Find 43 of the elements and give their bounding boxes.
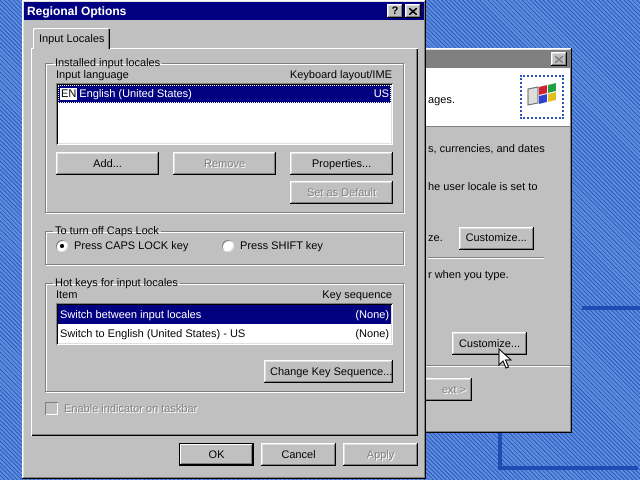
description-text: r when you type. <box>428 269 509 281</box>
key-sequence: (None) <box>355 308 389 320</box>
hotkey-row[interactable]: Switch to English (United States) - US (None) <box>58 324 391 343</box>
group-title: Hot keys for input locales <box>54 277 179 289</box>
change-key-sequence-button[interactable]: Change Key Sequence... <box>264 360 393 383</box>
dialog-button[interactable]: OK <box>179 443 254 466</box>
logo-icon <box>520 75 564 119</box>
radio-label: Press CAPS LOCK key <box>74 240 188 252</box>
close-icon <box>409 8 417 14</box>
header-text: ages. <box>428 94 455 106</box>
description-text: he user locale is set to <box>428 181 538 193</box>
radio-label: Press SHIFT key <box>240 240 323 252</box>
close-icon <box>555 56 563 62</box>
column-header: Keyboard layout/IME <box>290 69 392 81</box>
hotkey-item: Switch between input locales <box>60 308 202 320</box>
radio-button[interactable] <box>56 240 68 252</box>
customize-button[interactable]: Customize... <box>452 332 527 355</box>
key-sequence: (None) <box>355 328 389 340</box>
layout-name: US <box>374 88 389 100</box>
locale-button[interactable]: Properties... <box>290 152 393 175</box>
description-text: s, currencies, and dates <box>428 143 545 155</box>
close-button[interactable] <box>405 4 421 18</box>
hotkey-row[interactable]: Switch between input locales (None) <box>58 305 391 324</box>
window-title: Regional Options <box>27 4 126 18</box>
column-header: Input language <box>56 69 129 81</box>
checkbox-label: Enable indicator on taskbar <box>64 402 198 414</box>
customize-button[interactable]: Customize... <box>458 226 534 250</box>
close-button[interactable] <box>551 52 567 66</box>
help-button[interactable]: ? <box>387 4 403 18</box>
dialog-button[interactable]: Cancel <box>261 443 336 466</box>
language-badge: EN <box>60 88 78 100</box>
locale-button[interactable]: Add... <box>56 152 159 175</box>
column-header: Item <box>56 289 78 301</box>
tab[interactable]: Input Locales <box>33 28 110 49</box>
group-title: Installed input locales <box>54 57 162 69</box>
group-title: To turn off Caps Lock <box>54 225 160 237</box>
radio-button[interactable] <box>222 240 234 252</box>
locale-row[interactable]: EN English (United States) US <box>58 85 391 103</box>
column-header: Key sequence <box>322 289 392 301</box>
description-text: ze. <box>428 232 443 244</box>
hotkey-item: Switch to English (United States) - US <box>60 328 246 340</box>
desktop-line-drawing <box>582 306 640 310</box>
language-name: English (United States) <box>79 88 192 100</box>
